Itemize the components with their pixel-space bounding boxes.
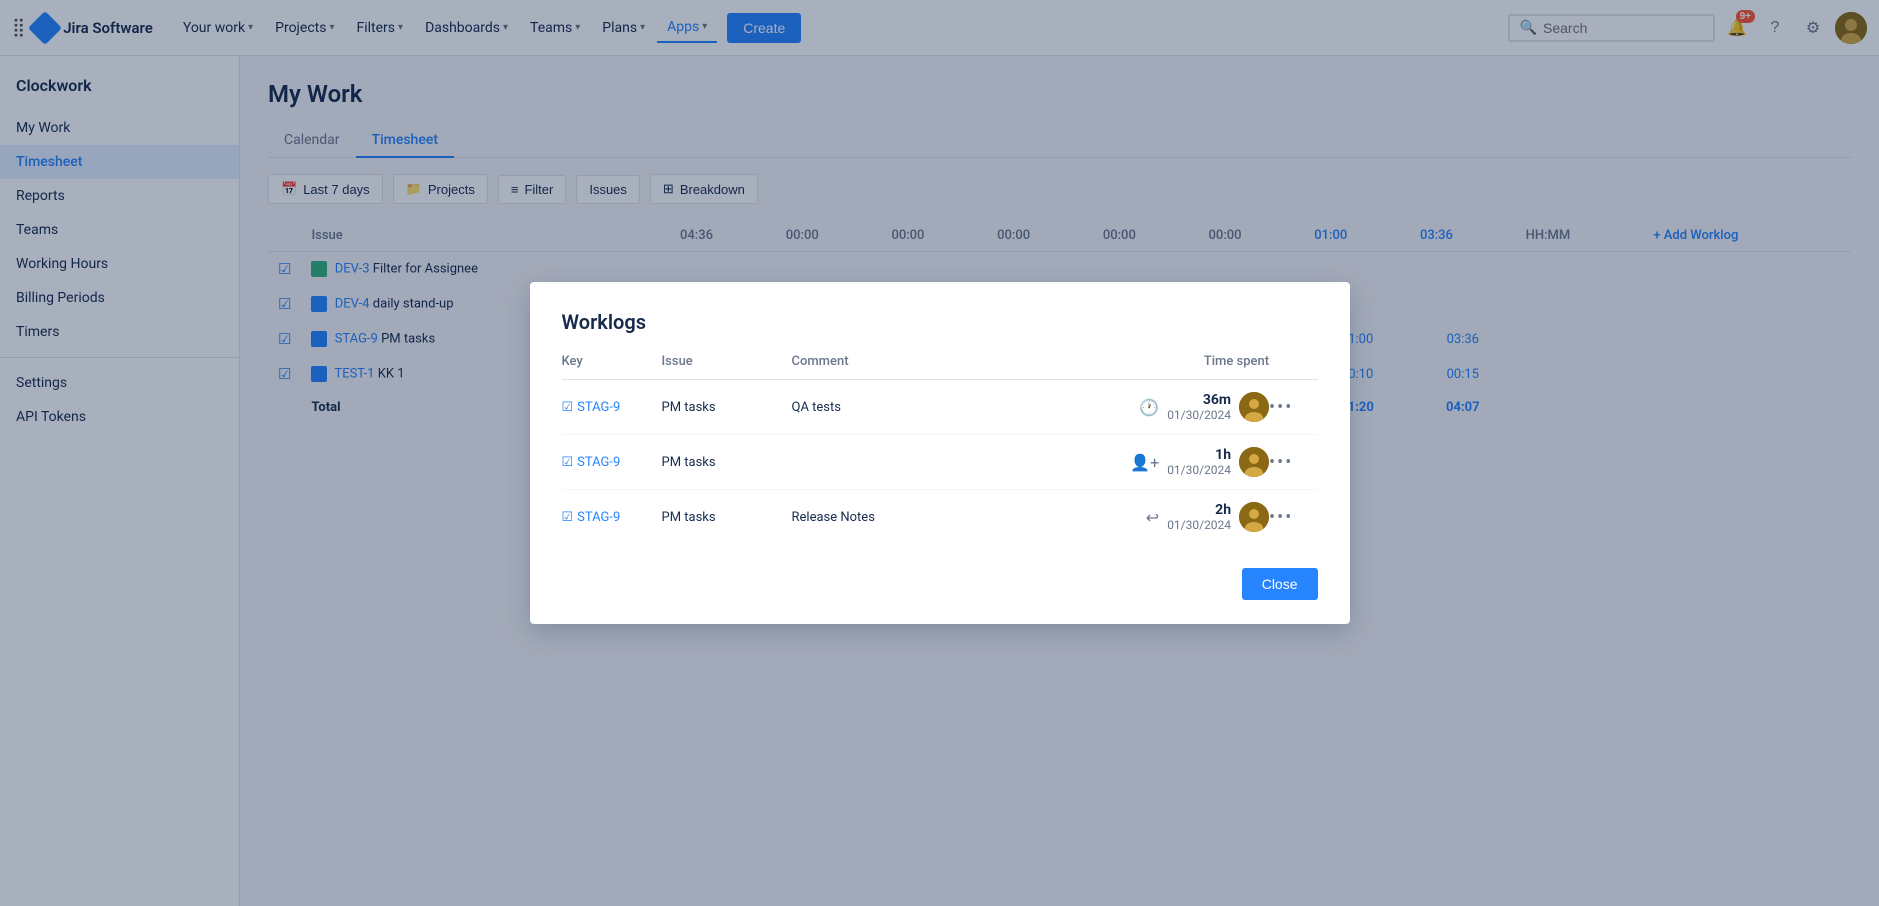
worklog-key-link[interactable]: ☑ STAG-9 <box>562 400 662 415</box>
worklog-time-cell: ↩ 2h 01/30/2024 <box>992 502 1270 532</box>
worklogs-modal: Worklogs Key Issue Comment Time spent <box>530 282 1350 624</box>
worklog-avatar <box>1239 392 1269 422</box>
worklog-issue: PM tasks <box>662 400 716 415</box>
undo-icon: ↩ <box>1146 508 1159 527</box>
col-issue-header: Issue <box>662 354 792 380</box>
worklog-comment: QA tests <box>792 400 841 415</box>
user-plus-icon: 👤+ <box>1130 453 1159 472</box>
worklog-row: ☑ STAG-9 PM tasks 👤+ 1h <box>562 435 1318 490</box>
col-timespent-header: Time spent <box>992 354 1270 380</box>
worklog-key-link[interactable]: ☑ STAG-9 <box>562 510 662 525</box>
worklog-time: 1h <box>1167 447 1231 463</box>
worklog-issue: PM tasks <box>662 455 716 470</box>
worklogs-table: Key Issue Comment Time spent ☑ STAG-9 <box>562 354 1318 544</box>
worklog-time: 36m <box>1167 392 1231 408</box>
col-comment-header: Comment <box>792 354 992 380</box>
worklog-avatar <box>1239 502 1269 532</box>
worklog-more-button[interactable]: ••• <box>1269 507 1293 528</box>
worklog-time-cell: 👤+ 1h 01/30/2024 <box>992 447 1270 477</box>
worklog-time: 2h <box>1167 502 1231 518</box>
close-button[interactable]: Close <box>1242 568 1318 600</box>
worklog-date: 01/30/2024 <box>1167 408 1231 422</box>
modal-title: Worklogs <box>562 310 1318 334</box>
worklog-date: 01/30/2024 <box>1167 518 1231 532</box>
worklog-comment: Release Notes <box>792 510 875 525</box>
worklog-row: ☑ STAG-9 PM tasks Release Notes ↩ <box>562 490 1318 545</box>
worklog-key-link[interactable]: ☑ STAG-9 <box>562 455 662 470</box>
worklog-issue: PM tasks <box>662 510 716 525</box>
worklog-time-cell: 🕐 36m 01/30/2024 <box>992 392 1270 422</box>
worklog-avatar <box>1239 447 1269 477</box>
modal-overlay: Worklogs Key Issue Comment Time spent <box>0 0 1879 906</box>
modal-footer: Close <box>562 568 1318 600</box>
worklog-more-button[interactable]: ••• <box>1269 452 1293 473</box>
worklog-date: 01/30/2024 <box>1167 463 1231 477</box>
clock-icon: 🕐 <box>1139 398 1159 417</box>
col-key-header: Key <box>562 354 662 380</box>
worklog-more-button[interactable]: ••• <box>1269 397 1293 418</box>
worklog-row: ☑ STAG-9 PM tasks QA tests 🕐 <box>562 380 1318 435</box>
